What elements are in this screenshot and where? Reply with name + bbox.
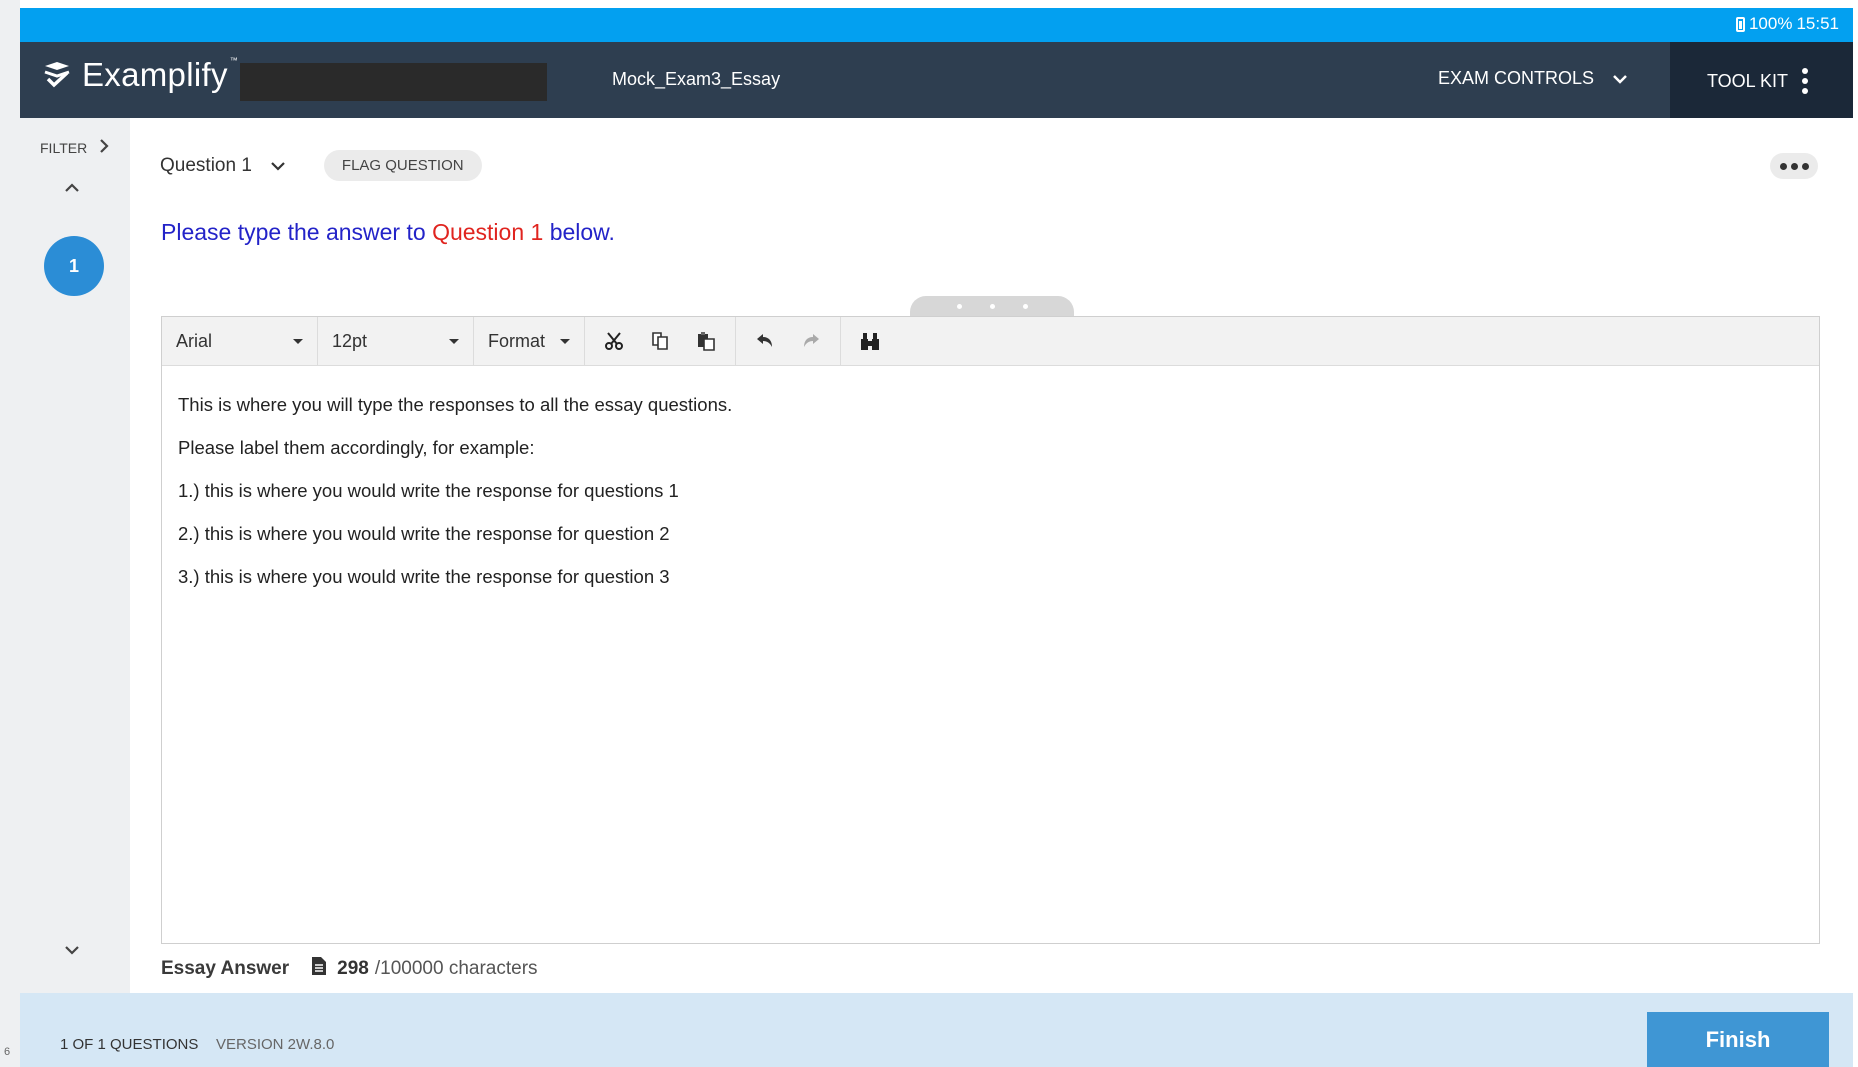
- question-bubble-1[interactable]: 1: [44, 236, 104, 296]
- font-size-value: 12pt: [332, 330, 368, 351]
- editor-resize-handle[interactable]: [910, 296, 1074, 316]
- clipboard-group: [585, 317, 736, 365]
- question-progress: 1 OF 1 QUESTIONS: [60, 1036, 199, 1053]
- redo-icon: [801, 332, 821, 350]
- scroll-up-button[interactable]: [64, 180, 80, 198]
- search-group: [841, 317, 899, 365]
- kebab-menu-icon: [1802, 68, 1809, 94]
- examplify-logo-icon: [42, 61, 72, 89]
- find-button[interactable]: [847, 317, 893, 365]
- exam-title: Mock_Exam3_Essay: [612, 69, 781, 89]
- character-limit: /100000 characters: [374, 958, 538, 979]
- font-size-select[interactable]: 12pt: [318, 317, 474, 365]
- prompt-highlight: Question 1: [432, 219, 544, 245]
- content-line: This is where you will type the response…: [178, 394, 733, 415]
- flag-question-button[interactable]: FLAG QUESTION: [323, 150, 482, 181]
- content-line: 3.) this is where you would write the re…: [178, 566, 670, 587]
- caret-down-icon: [560, 338, 570, 344]
- more-dot-icon: [1790, 162, 1798, 170]
- cut-button[interactable]: [591, 317, 637, 365]
- question-selector[interactable]: Question 1: [160, 155, 286, 177]
- format-menu[interactable]: Format: [474, 317, 585, 365]
- paste-button[interactable]: [683, 317, 729, 365]
- chevron-down-icon: [1612, 68, 1628, 89]
- system-status-bar: 100% 15:51: [20, 8, 1853, 42]
- redo-button[interactable]: [788, 317, 834, 365]
- brand: Examplify ™: [42, 56, 238, 94]
- answer-info: Essay Answer 298 /100000 characters: [161, 956, 538, 982]
- version-label: VERSION 2W.8.0: [216, 1036, 335, 1053]
- cut-icon: [604, 331, 624, 351]
- scroll-down-button[interactable]: [64, 942, 80, 960]
- battery-icon: [1735, 16, 1745, 32]
- toolkit-area: TOOL KIT: [1670, 42, 1853, 118]
- app-header: Examplify ™ Mock_Exam3_Essay EXAM CONTROL…: [20, 42, 1853, 118]
- toolkit-button[interactable]: TOOL KIT: [1707, 68, 1809, 94]
- caret-down-icon: [293, 338, 303, 344]
- question-selector-label: Question 1: [160, 154, 252, 176]
- more-dot-icon: [1779, 162, 1787, 170]
- toolkit-label: TOOL KIT: [1707, 70, 1789, 91]
- question-header: Question 1 FLAG QUESTION: [160, 150, 482, 181]
- editor-toolbar: Arial 12pt Format: [162, 317, 1819, 366]
- essay-answer-label: Essay Answer: [161, 958, 290, 979]
- exam-controls-menu[interactable]: EXAM CONTROLS: [1438, 68, 1628, 89]
- chevron-right-icon: [99, 138, 109, 157]
- content-line: 1.) this is where you would write the re…: [178, 480, 679, 501]
- undo-icon: [755, 332, 775, 350]
- left-gutter: 6: [0, 0, 20, 1067]
- font-family-value: Arial: [176, 330, 213, 351]
- content-line: 2.) this is where you would write the re…: [178, 523, 670, 544]
- more-dot-icon: [1801, 162, 1809, 170]
- exam-controls-label: EXAM CONTROLS: [1438, 68, 1595, 88]
- format-label: Format: [488, 330, 546, 351]
- character-count: 298: [337, 958, 369, 979]
- question-prompt: Please type the answer to Question 1 bel…: [161, 219, 615, 245]
- paste-icon: [696, 331, 716, 351]
- filter-toggle[interactable]: FILTER: [40, 138, 109, 157]
- battery-level: 100%: [1748, 14, 1793, 33]
- copy-button[interactable]: [637, 317, 683, 365]
- content-line: Please label them accordingly, for examp…: [178, 437, 535, 458]
- undo-button[interactable]: [742, 317, 788, 365]
- gutter-mark: 6: [4, 1046, 11, 1058]
- chevron-down-icon: [64, 942, 80, 959]
- find-icon: [859, 331, 881, 351]
- status-indicators: 100% 15:51: [1735, 14, 1839, 34]
- footer-bar: 1 OF 1 QUESTIONS VERSION 2W.8.0 Finish: [20, 993, 1853, 1067]
- copy-icon: [650, 331, 670, 351]
- question-sidebar: FILTER 1: [20, 118, 130, 993]
- caret-down-icon: [449, 338, 459, 344]
- history-group: [736, 317, 841, 365]
- clock: 15:51: [1796, 14, 1839, 33]
- redacted-field: [240, 63, 547, 101]
- font-family-select[interactable]: Arial: [162, 317, 318, 365]
- essay-editor: Arial 12pt Format This is where you will…: [161, 316, 1820, 944]
- editor-content[interactable]: This is where you will type the response…: [162, 366, 1819, 633]
- document-icon: [311, 956, 327, 982]
- finish-button[interactable]: Finish: [1647, 1012, 1829, 1067]
- filter-label: FILTER: [40, 139, 88, 156]
- chevron-down-icon: [270, 155, 286, 177]
- brand-name: Examplify ™: [82, 56, 239, 93]
- chevron-up-icon: [64, 180, 80, 197]
- more-options-button[interactable]: [1770, 153, 1818, 179]
